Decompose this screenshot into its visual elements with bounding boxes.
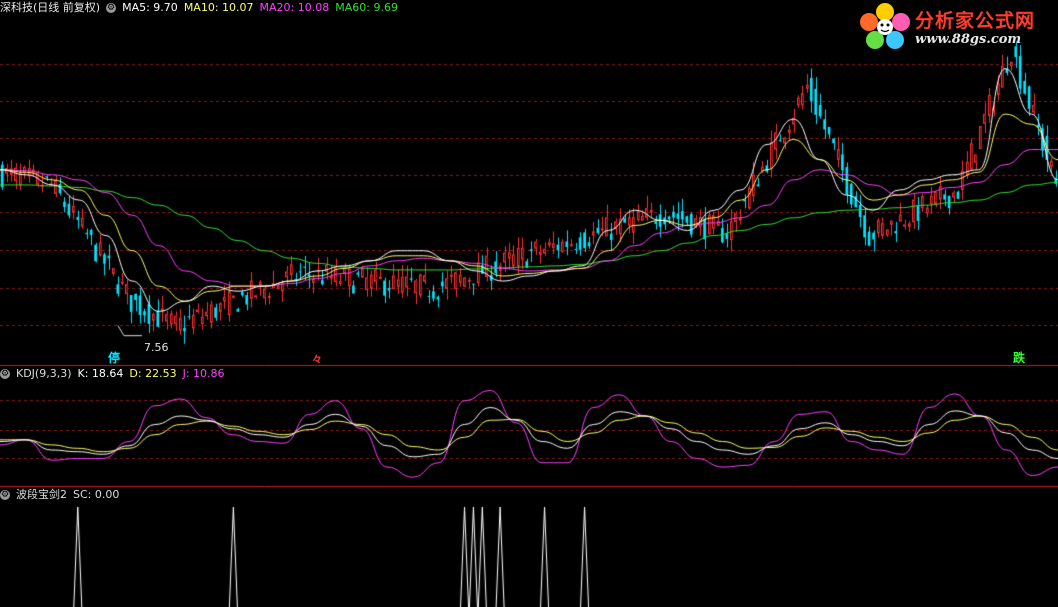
ma5-label: MA5: 9.70 <box>122 1 178 14</box>
kdj-d-label: D: 22.53 <box>129 367 177 380</box>
price-panel-header: 深科技(日线 前复权) ⚙ MA5: 9.70 MA10: 10.07 MA20… <box>0 0 404 16</box>
low-price-label: 7.56 <box>144 341 169 354</box>
kdj-k-label: K: 18.64 <box>77 367 124 380</box>
ma60-label: MA60: 9.69 <box>335 1 398 14</box>
stock-title[interactable]: 深科技(日线 前复权) <box>0 0 100 16</box>
gear-icon[interactable]: ⚙ <box>0 369 10 379</box>
stop-signal-left: 停 <box>108 351 121 365</box>
logo-url[interactable]: www.88gs.com <box>915 32 1021 47</box>
kdj-panel-header: ⚙ KDJ(9,3,3) K: 18.64 D: 22.53 J: 10.86 <box>0 366 231 382</box>
sc-value-label: SC: 0.00 <box>73 488 120 501</box>
flower-logo-icon <box>860 3 910 49</box>
kdj-title[interactable]: KDJ(9,3,3) <box>16 366 72 382</box>
sc-title[interactable]: 波段宝剑2 <box>16 487 67 503</box>
gear-icon[interactable]: ⚙ <box>106 3 117 13</box>
kdj-j-label: J: 10.86 <box>182 367 225 380</box>
ma10-label: MA10: 10.07 <box>183 1 254 14</box>
stock-chart-canvas[interactable] <box>0 0 1058 607</box>
ma20-label: MA20: 10.08 <box>259 1 330 14</box>
logo-text: 分析家公式网 <box>915 10 1036 32</box>
site-logo: 分析家公式网 www.88gs.com <box>857 2 1052 52</box>
sc-panel-header: ⚙ 波段宝剑2 SC: 0.00 <box>0 487 125 503</box>
gear-icon[interactable]: ⚙ <box>0 490 10 500</box>
mid-signal: 々 <box>312 355 322 366</box>
stop-signal-right: 跌 <box>1013 351 1026 365</box>
